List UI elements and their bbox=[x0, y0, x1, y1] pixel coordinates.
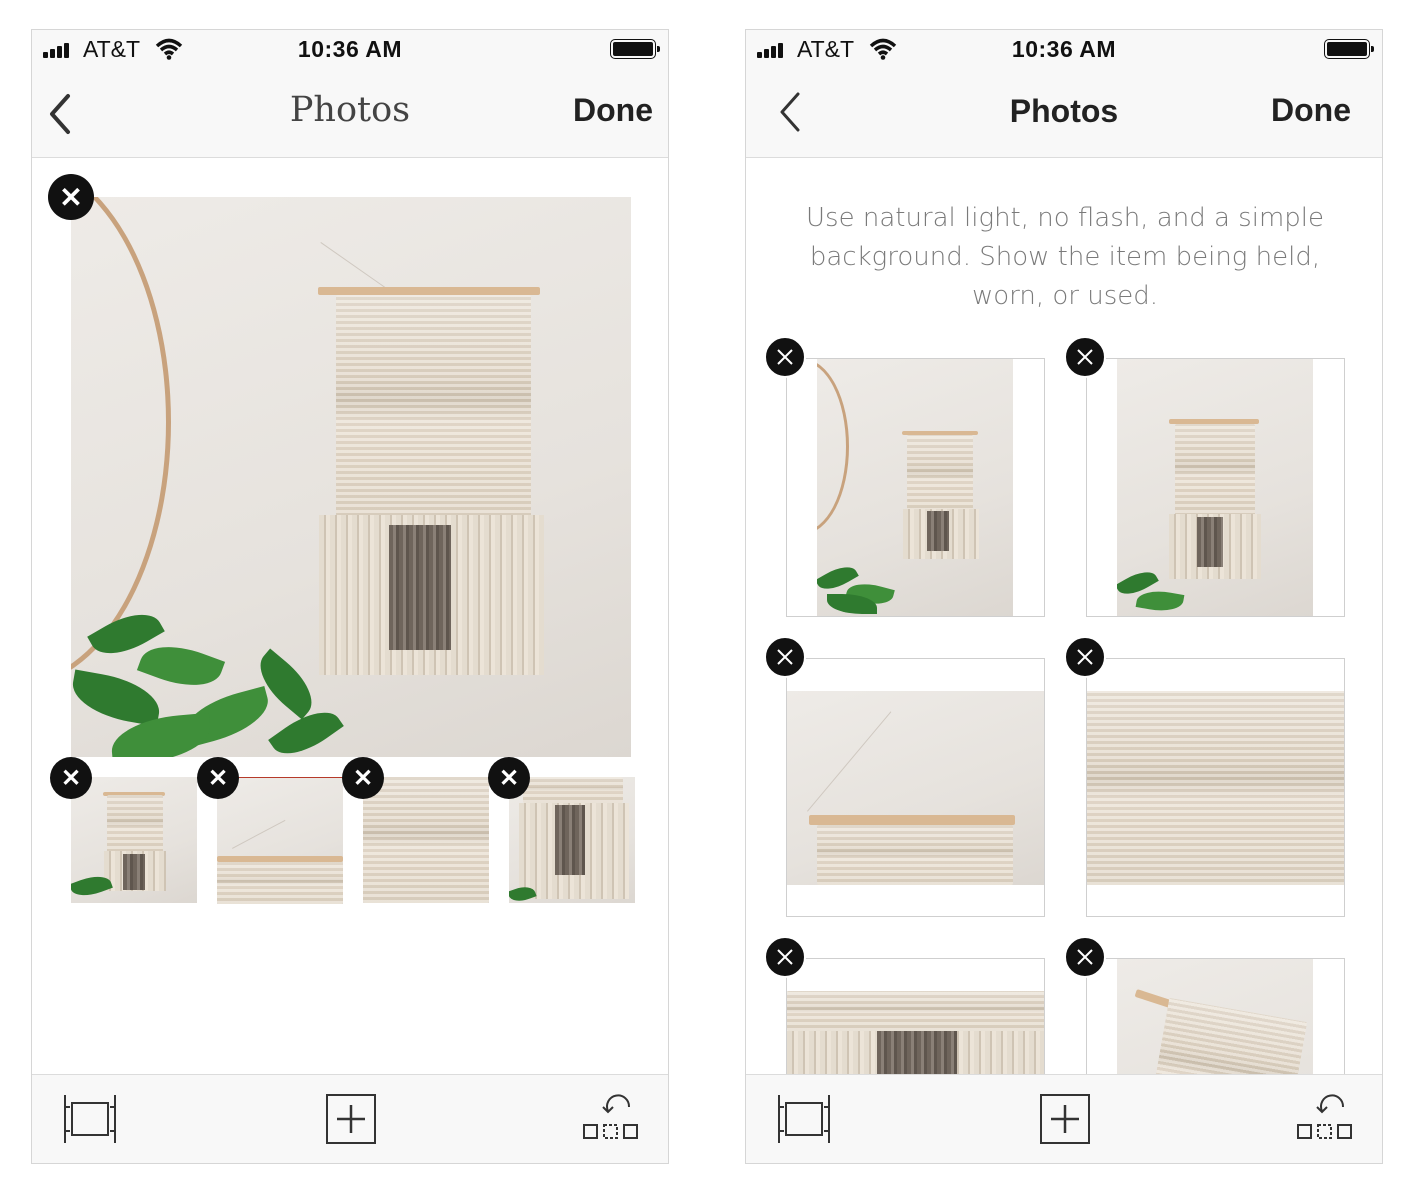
delete-thumbnail-button[interactable]: ✕ bbox=[342, 757, 384, 799]
delete-photo-button[interactable] bbox=[1064, 936, 1106, 978]
thumbnail-photo[interactable] bbox=[509, 777, 635, 903]
plus-square-icon[interactable] bbox=[325, 1093, 377, 1145]
photo-tile[interactable] bbox=[786, 358, 1045, 617]
close-icon bbox=[777, 949, 793, 965]
battery-icon bbox=[610, 39, 660, 59]
rotate-arrange-icon[interactable] bbox=[1296, 1093, 1354, 1145]
phone-screen-photos-editor: AT&T 10:36 AM Photos Done ✕ ✕ ✕ ✕ ✕ bbox=[31, 29, 669, 1164]
thumbnail-photo[interactable] bbox=[363, 777, 489, 903]
close-icon bbox=[1077, 949, 1093, 965]
thumbnail-photo[interactable] bbox=[71, 777, 197, 903]
delete-thumbnail-button[interactable]: ✕ bbox=[50, 757, 92, 799]
thumbnail-photo[interactable] bbox=[217, 777, 343, 904]
done-button[interactable]: Done bbox=[573, 92, 653, 129]
photo-tile[interactable] bbox=[1086, 658, 1345, 917]
delete-photo-button[interactable] bbox=[1064, 336, 1106, 378]
photo-tile[interactable] bbox=[1086, 358, 1345, 617]
delete-photo-button[interactable] bbox=[764, 336, 806, 378]
battery-icon bbox=[1324, 39, 1374, 59]
bottom-toolbar bbox=[746, 1074, 1382, 1163]
navigation-bar: Photos Done bbox=[746, 70, 1382, 158]
status-bar: AT&T 10:36 AM bbox=[746, 30, 1382, 70]
bottom-toolbar bbox=[32, 1074, 668, 1163]
close-icon bbox=[777, 349, 793, 365]
delete-thumbnail-button[interactable]: ✕ bbox=[197, 757, 239, 799]
main-photo[interactable] bbox=[71, 197, 631, 757]
crop-frame-icon[interactable] bbox=[776, 1093, 832, 1145]
delete-thumbnail-button[interactable]: ✕ bbox=[488, 757, 530, 799]
status-time: 10:36 AM bbox=[1011, 36, 1117, 62]
close-icon bbox=[777, 649, 793, 665]
status-time: 10:36 AM bbox=[297, 36, 403, 62]
rotate-arrange-icon[interactable] bbox=[582, 1093, 640, 1145]
close-icon bbox=[1077, 649, 1093, 665]
status-bar: AT&T 10:36 AM bbox=[32, 30, 668, 70]
photo-tile[interactable] bbox=[786, 658, 1045, 917]
close-icon bbox=[1077, 349, 1093, 365]
navigation-bar: Photos Done bbox=[32, 70, 668, 158]
crop-frame-icon[interactable] bbox=[62, 1093, 118, 1145]
phone-screen-photos-grid: AT&T 10:36 AM Photos Done Use natural li… bbox=[745, 29, 1383, 1164]
photo-tip-text: Use natural light, no flash, and a simpl… bbox=[806, 203, 1324, 311]
done-button[interactable]: Done bbox=[1271, 92, 1351, 129]
delete-photo-button[interactable] bbox=[764, 636, 806, 678]
plus-square-icon[interactable] bbox=[1039, 1093, 1091, 1145]
delete-photo-button[interactable] bbox=[1064, 636, 1106, 678]
delete-photo-button[interactable] bbox=[764, 936, 806, 978]
delete-photo-button[interactable]: ✕ bbox=[48, 174, 94, 220]
